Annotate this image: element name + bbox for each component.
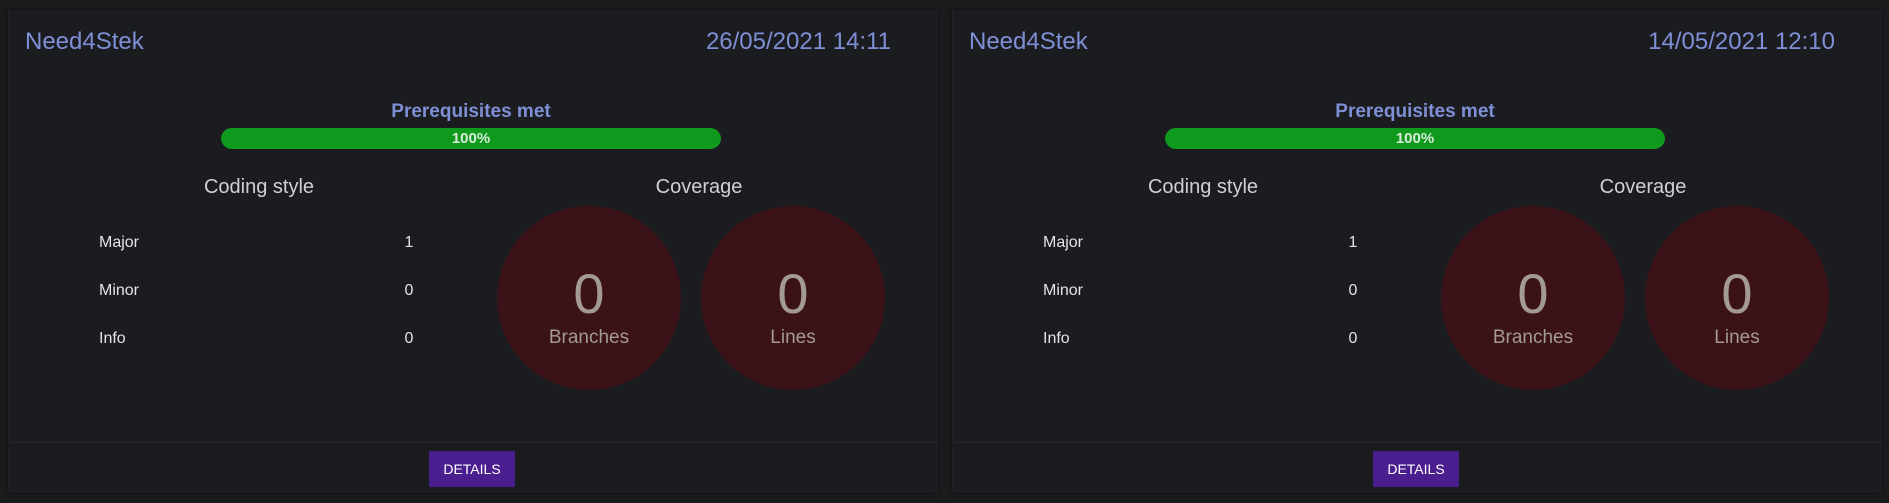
- metric-row-minor: Minor 0: [1043, 282, 1363, 306]
- coding-style-title: Coding style: [203, 176, 315, 198]
- lines-label: Lines: [1714, 327, 1760, 348]
- run-date: 26/05/2021 14:11: [705, 28, 891, 55]
- details-button[interactable]: DETAILS: [1373, 451, 1459, 487]
- lines-value: 0: [1721, 262, 1753, 325]
- metric-value: 1: [1348, 234, 1358, 251]
- metric-value: 0: [1348, 282, 1358, 299]
- metric-label: Major: [1043, 234, 1084, 251]
- branches-label: Branches: [548, 327, 630, 348]
- card-footer: DETAILS: [953, 442, 1881, 494]
- progress-percent: 100%: [451, 130, 491, 147]
- metric-label: Minor: [99, 282, 140, 299]
- branches-coverage-circle: 0 Branches: [1441, 206, 1625, 390]
- metric-value: 0: [1348, 330, 1358, 347]
- card-header: Need4Stek 14/05/2021 12:10: [969, 24, 1835, 60]
- test-result-card: Need4Stek 26/05/2021 14:11 Prerequisites…: [8, 10, 938, 493]
- metric-value: 1: [404, 234, 414, 251]
- prerequisites-label: Prerequisites met: [391, 101, 551, 122]
- branches-label: Branches: [1492, 327, 1574, 348]
- metric-value: 0: [404, 330, 414, 347]
- card-header: Need4Stek 26/05/2021 14:11: [25, 24, 891, 60]
- metric-row-major: Major 1: [99, 234, 419, 258]
- project-title: Need4Stek: [25, 28, 144, 55]
- metric-label: Info: [99, 330, 126, 347]
- metric-row-info: Info 0: [99, 330, 419, 354]
- progress-percent: 100%: [1395, 130, 1435, 147]
- metric-row-major: Major 1: [1043, 234, 1363, 258]
- branches-value: 0: [1517, 262, 1549, 325]
- test-result-card: Need4Stek 14/05/2021 12:10 Prerequisites…: [952, 10, 1882, 493]
- project-title: Need4Stek: [969, 28, 1088, 55]
- lines-value: 0: [777, 262, 809, 325]
- coverage-title: Coverage: [655, 176, 743, 198]
- prerequisites-section: Prerequisites met 100%: [221, 100, 721, 149]
- branches-value: 0: [573, 262, 605, 325]
- lines-label: Lines: [770, 327, 816, 348]
- metric-row-minor: Minor 0: [99, 282, 419, 306]
- coding-style-title: Coding style: [1147, 176, 1259, 198]
- details-button[interactable]: DETAILS: [429, 451, 515, 487]
- metric-label: Major: [99, 234, 140, 251]
- metric-label: Minor: [1043, 282, 1084, 299]
- lines-coverage-circle: 0 Lines: [701, 206, 885, 390]
- prerequisites-label: Prerequisites met: [1335, 101, 1495, 122]
- card-footer: DETAILS: [9, 442, 937, 494]
- run-date: 14/05/2021 12:10: [1648, 28, 1835, 55]
- prerequisites-progress-bar: 100%: [1165, 128, 1665, 149]
- metric-value: 0: [404, 282, 414, 299]
- prerequisites-progress-bar: 100%: [221, 128, 721, 149]
- lines-coverage-circle: 0 Lines: [1645, 206, 1829, 390]
- coverage-title: Coverage: [1599, 176, 1687, 198]
- prerequisites-section: Prerequisites met 100%: [1165, 100, 1665, 149]
- metric-label: Info: [1043, 330, 1070, 347]
- results-page: Need4Stek 26/05/2021 14:11 Prerequisites…: [0, 0, 1889, 503]
- metric-row-info: Info 0: [1043, 330, 1363, 354]
- branches-coverage-circle: 0 Branches: [497, 206, 681, 390]
